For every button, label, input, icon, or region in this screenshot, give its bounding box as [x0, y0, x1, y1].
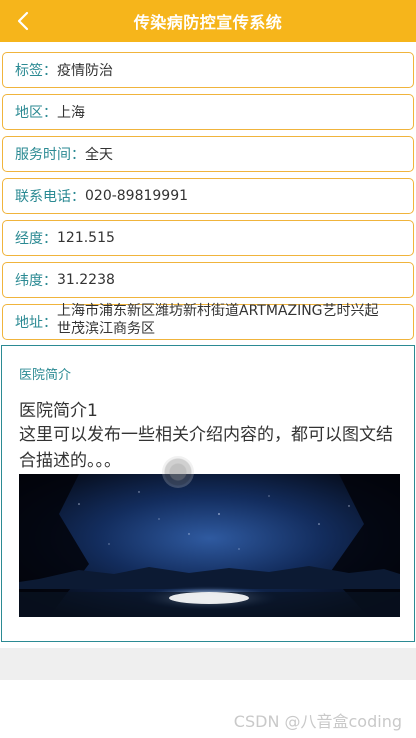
app-header: 传染病防控宣传系统 [0, 0, 416, 42]
field-value: 121.515 [57, 230, 115, 246]
night-landscape-image [19, 474, 400, 617]
field-label: 纬度： [15, 273, 57, 289]
field-label: 经度： [15, 231, 57, 247]
field-service-time: 服务时间： 全天 [2, 136, 414, 172]
field-value: 全天 [85, 147, 113, 163]
field-tag: 标签： 疫情防治 [2, 52, 414, 88]
field-address: 地址： 上海市浦东新区潍坊新村街道ARTMAZING艺时兴起世茂滨江商务区 [2, 303, 414, 340]
watermark: CSDN @八音盒coding [233, 712, 402, 731]
field-longitude: 经度： 121.515 [2, 220, 414, 256]
intro-section-label: 医院简介 [19, 368, 72, 383]
field-value: 31.2238 [57, 272, 115, 288]
field-label: 标签： [15, 63, 57, 79]
field-value[interactable]: 020-89819991 [85, 188, 188, 204]
field-label: 地区： [15, 105, 57, 121]
intro-title: 医院简介1 [19, 401, 98, 421]
intro-description: 这里可以发布一些相关介绍内容的，都可以图文结合描述的。。。 [19, 425, 393, 471]
field-label: 服务时间： [15, 147, 85, 163]
field-value: 上海市浦东新区潍坊新村街道ARTMAZING艺时兴起世茂滨江商务区 [57, 303, 379, 337]
field-label: 地址： [15, 315, 57, 331]
field-label: 联系电话： [15, 189, 85, 205]
field-region: 地区： 上海 [2, 94, 414, 130]
back-button[interactable] [8, 6, 38, 36]
field-value: 上海 [57, 105, 85, 121]
loading-spinner [162, 456, 194, 488]
field-value: 疫情防治 [57, 63, 113, 79]
field-phone: 联系电话： 020-89819991 [2, 178, 414, 214]
field-latitude: 纬度： 31.2238 [2, 262, 414, 298]
bottom-spacer [0, 648, 416, 680]
page-title: 传染病防控宣传系统 [133, 13, 283, 32]
chevron-left-icon [17, 11, 29, 31]
intro-image [19, 474, 400, 617]
hospital-intro-card: 医院简介 医院简介1 这里可以发布一些相关介绍内容的，都可以图文结合描述的。。。 [1, 345, 415, 642]
